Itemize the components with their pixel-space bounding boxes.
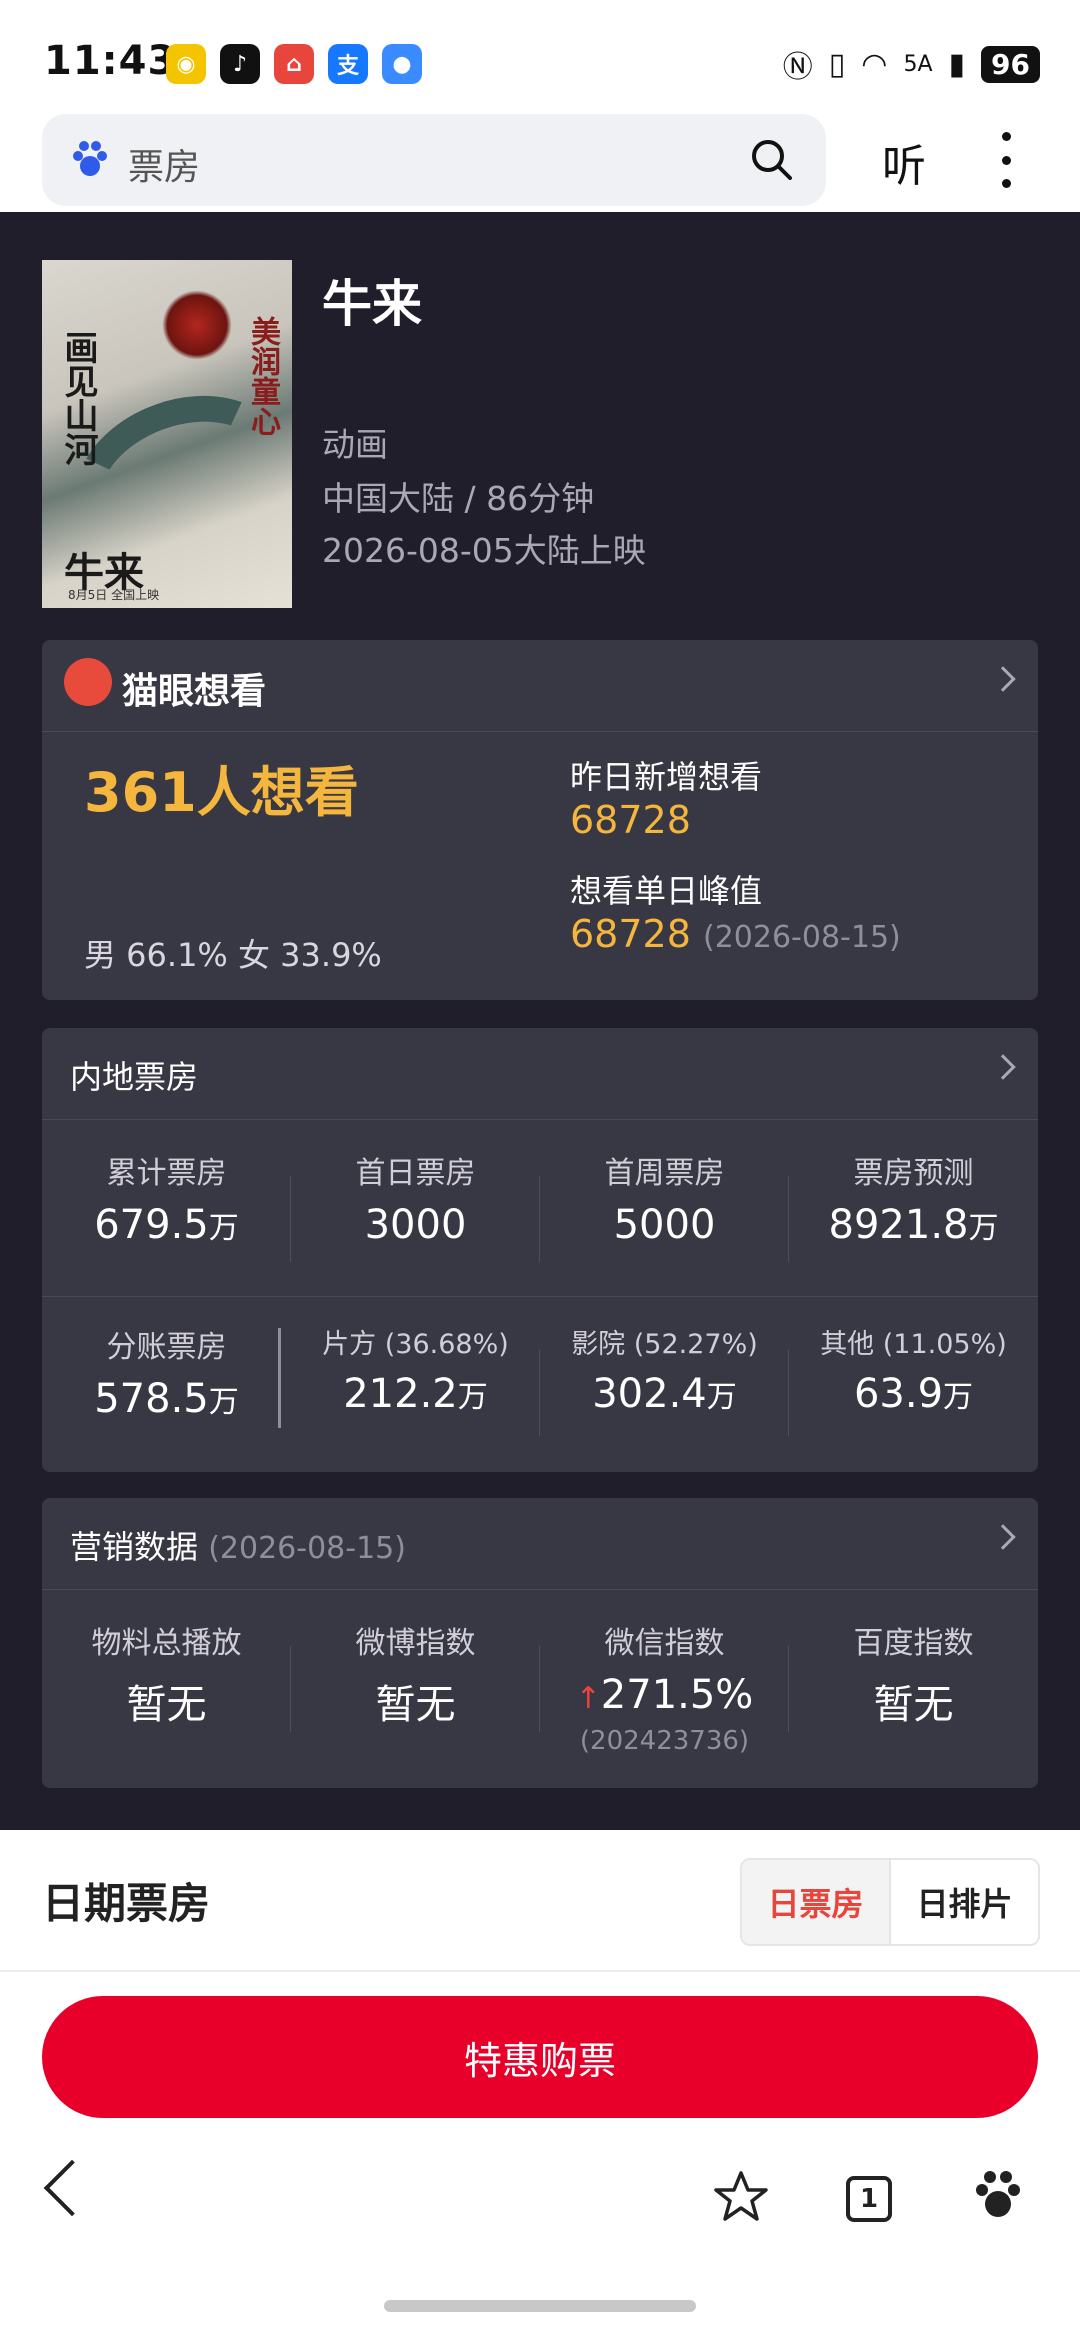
tabs-button[interactable]: 1: [846, 2176, 892, 2222]
baidu-logo-icon: [73, 141, 107, 176]
box-office-title: 内地票房: [70, 1058, 199, 1096]
star-icon[interactable]: [712, 2168, 770, 2226]
nfc-icon: Ⓝ: [782, 50, 813, 85]
box-office-card[interactable]: 内地票房 累计票房 679.5万 首日票房 3000 首周票房 5000 票房预…: [42, 1028, 1038, 1472]
stat-cell: 百度指数 暂无: [853, 1626, 974, 1728]
weibo-icon: ◉: [166, 44, 206, 84]
poster-release: 8月5日 全国上映: [68, 588, 160, 602]
marketing-header[interactable]: 营销数据 (2026-08-15): [42, 1498, 1038, 1590]
movie-poster[interactable]: 画见山河 美润童心 牛来 8月5日 全国上映: [42, 260, 292, 608]
poster-text-left: 画见山河: [58, 330, 98, 466]
vibrate-icon: ▯: [828, 46, 846, 82]
gender-ratio: 男 66.1% 女 33.9%: [84, 936, 382, 974]
tab-daily-schedule[interactable]: 日排片: [889, 1860, 1038, 1944]
peak-want-row: 68728 (2026-08-15): [570, 912, 901, 956]
peak-want-label: 想看单日峰值: [570, 872, 763, 910]
signal-icon: ▮: [948, 46, 966, 82]
notification-icons: ◉ ♪ ⌂ 支 ●: [166, 44, 422, 84]
box-office-row-1: 累计票房 679.5万 首日票房 3000 首周票房 5000 票房预测 892…: [42, 1148, 1038, 1262]
app-red-icon: ⌂: [274, 44, 314, 84]
date-tab-switch: 日票房 日排片: [740, 1858, 1040, 1946]
stat-cell: 微信指数 ↑271.5% (202423736): [540, 1618, 789, 1756]
stat-cell: 票房预测 8921.8万: [828, 1156, 999, 1248]
marketing-date: (2026-08-15): [208, 1531, 406, 1566]
movie-release-date: 2026-08-05大陆上映: [322, 531, 646, 570]
tab-daily-box-office[interactable]: 日票房: [742, 1860, 889, 1944]
stat-cell: 累计票房 679.5万: [42, 1148, 291, 1262]
marketing-title: 营销数据: [70, 1528, 199, 1566]
search-box[interactable]: 票房: [42, 114, 826, 206]
up-arrow-icon: ↑: [575, 1681, 601, 1716]
stat-cell: 微博指数 暂无: [291, 1618, 540, 1756]
battery-indicator: 96: [981, 45, 1040, 83]
movie-detail-panel: 画见山河 美润童心 牛来 8月5日 全国上映 牛来 动画 中国大陆 / 86分钟…: [0, 212, 1080, 1830]
stat-cell: 首日票房 3000: [291, 1148, 540, 1262]
maoyan-want-card[interactable]: 猫眼想看 361人想看 男 66.1% 女 33.9% 昨日新增想看 68728…: [42, 640, 1038, 1000]
want-count: 361人想看: [84, 761, 359, 824]
poster-text-right: 美润童心: [245, 316, 280, 436]
movie-genre: 动画: [322, 425, 388, 464]
search-input[interactable]: 票房: [128, 138, 200, 190]
chevron-right-icon[interactable]: [990, 1054, 1016, 1080]
brace-divider: [278, 1328, 288, 1428]
stat-cell: 其他 (11.05%) 63.9万: [820, 1329, 1007, 1417]
marketing-row: 物料总播放 暂无 微博指数 暂无 微信指数 ↑271.5% (202423736…: [42, 1618, 1038, 1756]
status-bar: 11:43 ◉ ♪ ⌂ 支 ● Ⓝ ▯ ◠ 5A ▮ 96: [0, 0, 1080, 112]
tiktok-icon: ♪: [220, 44, 260, 84]
baidu-paw-icon[interactable]: [970, 2168, 1026, 2224]
message-icon: ●: [382, 44, 422, 84]
listen-button[interactable]: 听: [882, 130, 926, 194]
wifi-icon: ◠: [861, 46, 888, 82]
stat-cell: 物料总播放 暂无: [42, 1618, 291, 1756]
chevron-right-icon[interactable]: [990, 1524, 1016, 1550]
more-menu-icon[interactable]: [994, 132, 1018, 188]
chevron-right-icon[interactable]: [990, 666, 1016, 692]
status-time: 11:43: [44, 38, 177, 84]
stat-cell: 分账票房 578.5万: [42, 1322, 291, 1428]
back-icon[interactable]: [43, 2159, 101, 2217]
stat-cell: 影院 (52.27%) 302.4万: [540, 1322, 789, 1436]
movie-title: 牛来: [322, 275, 422, 333]
stat-cell: 首周票房 5000: [540, 1148, 789, 1262]
box-office-row-2: 分账票房 578.5万 片方 (36.68%) 212.2万 影院 (52.27…: [42, 1322, 1038, 1436]
buy-ticket-button[interactable]: 特惠购票: [42, 1996, 1038, 2118]
new-want-value: 68728: [570, 798, 691, 842]
movie-region-duration: 中国大陆 / 86分钟: [322, 479, 595, 518]
peak-want-value: 68728: [570, 912, 691, 956]
date-box-office-title: 日期票房: [42, 1879, 211, 1928]
box-office-header[interactable]: 内地票房: [42, 1028, 1038, 1120]
maoyan-title: 猫眼想看: [122, 671, 267, 712]
home-indicator[interactable]: [384, 2300, 696, 2312]
alipay-icon: 支: [328, 44, 368, 84]
maoyan-card-header[interactable]: 猫眼想看: [42, 640, 1038, 732]
system-status: Ⓝ ▯ ◠ 5A ▮ 96: [783, 42, 1040, 86]
stat-cell: 片方 (36.68%) 212.2万: [291, 1322, 540, 1436]
network-label: 5A: [903, 51, 933, 77]
peak-want-date: (2026-08-15): [702, 920, 901, 955]
maoyan-logo-icon: [64, 658, 112, 706]
new-want-label: 昨日新增想看: [570, 758, 763, 796]
search-icon[interactable]: [748, 136, 796, 184]
marketing-card[interactable]: 营销数据 (2026-08-15) 物料总播放 暂无 微博指数 暂无 微信指数 …: [42, 1498, 1038, 1788]
